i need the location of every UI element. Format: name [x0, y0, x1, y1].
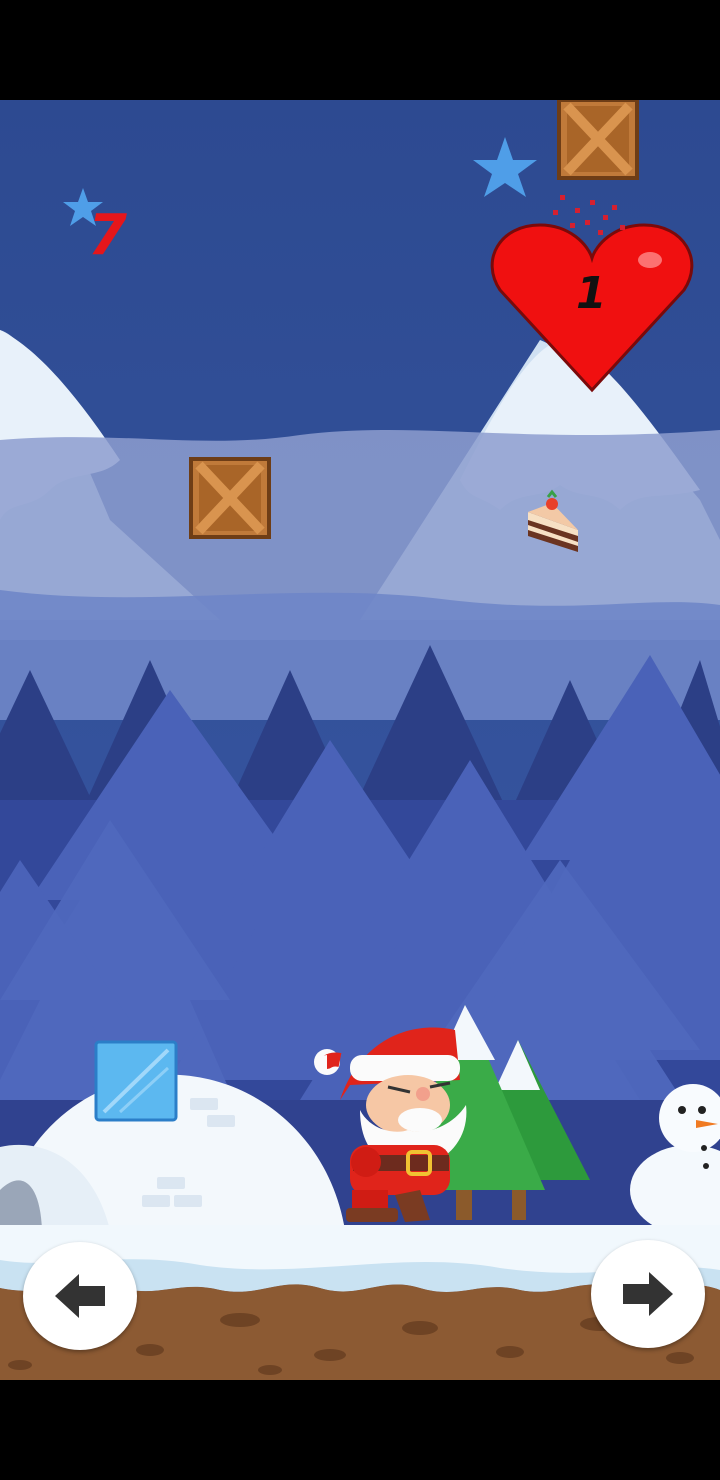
game-background — [0, 100, 720, 1380]
move-right-button[interactable] — [591, 1240, 705, 1348]
crate-falling — [189, 457, 271, 539]
navigation-bar-area — [0, 1380, 720, 1480]
status-bar-area — [0, 0, 720, 100]
lives-counter: 1 — [576, 268, 607, 319]
arrow-right-icon — [623, 1272, 673, 1316]
crate-top — [557, 100, 639, 180]
arrow-left-icon — [55, 1274, 105, 1318]
move-left-button[interactable] — [23, 1242, 137, 1350]
game-scene: 7 1 — [0, 100, 720, 1380]
star-counter: 7 — [88, 203, 127, 268]
ice-block — [94, 1040, 178, 1122]
